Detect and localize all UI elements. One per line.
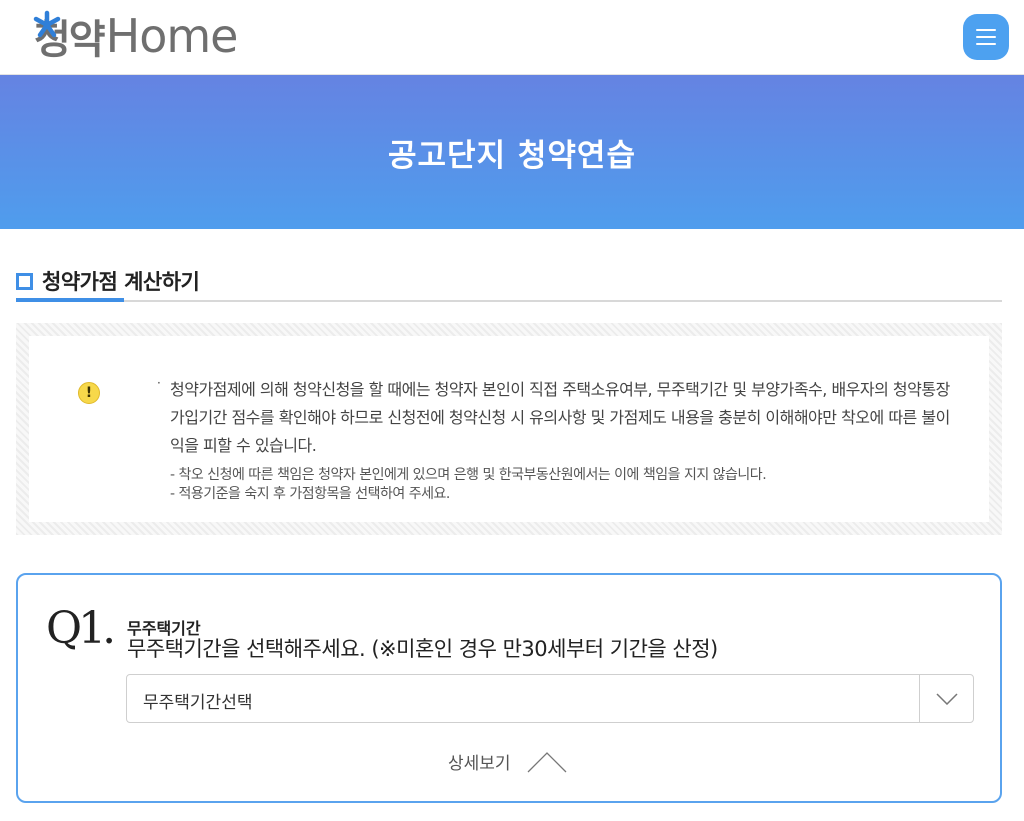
select-arrow[interactable] (919, 675, 973, 722)
detail-label: 상세보기 (448, 754, 511, 774)
site-logo[interactable]: 청약 Home (33, 9, 239, 63)
page-banner: 공고단지 청약연습 (0, 75, 1024, 229)
notice-main-text: 청약가점제에 의해 청약신청을 할 때에는 청약자 본인이 직접 주택소유여부,… (170, 380, 950, 455)
section-title: 청약가점 계산하기 (42, 270, 200, 294)
site-header: 청약 Home (0, 0, 1024, 75)
logo-latin: Home (105, 9, 239, 63)
notice-sub-item: - 착오 신청에 따른 책임은 청약자 본인에게 있으며 은행 및 한국부동산원… (170, 467, 767, 483)
chevron-up-icon (527, 751, 567, 772)
warning-icon: ! (78, 382, 100, 404)
notice-sub-list: - 착오 신청에 따른 책임은 청약자 본인에게 있으며 은행 및 한국부동산원… (170, 466, 960, 504)
question-card: Q1. 무주택기간 무주택기간을 선택해주세요. (※미혼인 경우 만30세부터… (16, 573, 1002, 803)
notice-content: ! · 청약가점제에 의해 청약신청을 할 때에는 청약자 본인이 직접 주택소… (29, 336, 989, 522)
detail-toggle[interactable]: 상세보기 (448, 749, 567, 774)
square-bullet-icon (16, 273, 33, 290)
chevron-down-icon (935, 692, 958, 705)
period-select[interactable]: 무주택기간선택 (126, 674, 974, 723)
menu-button[interactable] (963, 14, 1009, 60)
question-text: 무주택기간을 선택해주세요. (※미혼인 경우 만30세부터 기간을 산정) (127, 637, 718, 661)
notice-sub-item: - 적용기준을 숙지 후 가점항목을 선택하여 주세요. (170, 486, 450, 502)
page-title: 공고단지 청약연습 (388, 137, 636, 174)
hamburger-icon (976, 29, 996, 31)
notice-box: ! · 청약가점제에 의해 청약신청을 할 때에는 청약자 본인이 직접 주택소… (16, 323, 1002, 535)
notice-bullet: · (157, 376, 161, 390)
section-heading: 청약가점 계산하기 (16, 262, 1002, 302)
logo-star-icon (33, 10, 61, 38)
select-value: 무주택기간선택 (143, 693, 253, 713)
section-underline (16, 298, 124, 302)
question-number: Q1. (46, 603, 116, 654)
